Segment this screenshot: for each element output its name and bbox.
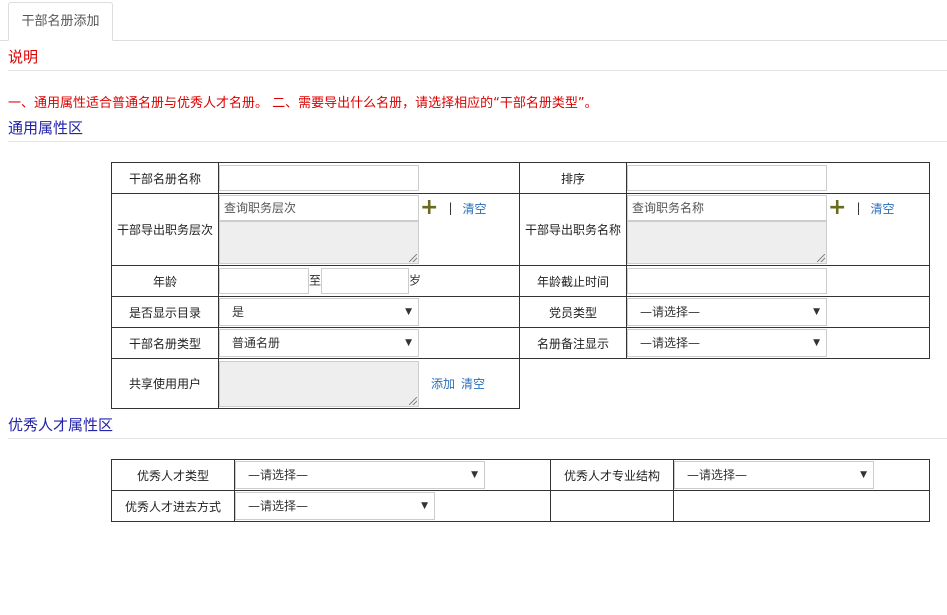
title-textarea[interactable]	[627, 221, 827, 264]
tab-bar: 干部名册添加	[0, 0, 947, 41]
chevron-down-icon: ▼	[405, 338, 412, 348]
party-type-label: 党员类型	[519, 296, 627, 328]
chevron-down-icon: ▼	[813, 338, 820, 348]
chevron-down-icon: ▼	[405, 307, 412, 317]
plus-icon[interactable]: +	[828, 197, 846, 219]
talent-form: 优秀人才类型 —请选择— ▼ 优秀人才专业结构 —请选择— ▼ 优秀人才进去方式 —…	[111, 459, 930, 522]
roster-name-input[interactable]	[219, 165, 419, 191]
separator: |	[448, 201, 453, 215]
age-cutoff-label: 年龄截止时间	[519, 265, 627, 297]
general-form: 干部名册名称 排序 干部导出职务层次 查询职务层次 + | 清空 干部导出职务名…	[111, 162, 930, 409]
party-type-value: —请选择—	[640, 305, 701, 319]
talent-struct-select[interactable]: —请选择— ▼	[674, 461, 874, 489]
talent-struct-value: —请选择—	[687, 468, 748, 482]
party-type-select[interactable]: —请选择— ▼	[627, 298, 827, 326]
talent-entry-value: —请选择—	[248, 499, 309, 513]
remark-value: —请选择—	[640, 336, 701, 350]
empty-cell	[550, 490, 674, 522]
chevron-down-icon: ▼	[813, 307, 820, 317]
age-to-label: 至	[309, 273, 322, 288]
resize-grip-icon[interactable]	[817, 254, 825, 262]
talent-type-label: 优秀人才类型	[111, 459, 235, 491]
share-add-link[interactable]: 添加	[431, 375, 455, 392]
divider	[8, 438, 947, 439]
export-title-label: 干部导出职务名称	[519, 193, 627, 266]
plus-icon[interactable]: +	[420, 197, 438, 219]
empty-cell	[519, 358, 627, 409]
separator: |	[856, 201, 861, 215]
show-dir-select[interactable]: 是 ▼	[219, 298, 419, 326]
talent-struct-label: 优秀人才专业结构	[550, 459, 674, 491]
talent-entry-label: 优秀人才进去方式	[111, 490, 235, 522]
talent-type-select[interactable]: —请选择— ▼	[235, 461, 485, 489]
remark-label: 名册备注显示	[519, 327, 627, 359]
chevron-down-icon: ▼	[471, 470, 478, 480]
age-cutoff-input[interactable]	[627, 268, 827, 294]
title-search-input[interactable]: 查询职务名称	[627, 195, 827, 221]
resize-grip-icon[interactable]	[409, 396, 417, 405]
share-clear-link[interactable]: 清空	[461, 375, 485, 392]
share-users-label: 共享使用用户	[111, 358, 219, 409]
show-dir-value: 是	[232, 305, 245, 319]
divider	[8, 70, 947, 71]
empty-cell	[673, 490, 930, 522]
level-clear-link[interactable]: 清空	[462, 200, 486, 217]
export-level-label: 干部导出职务层次	[111, 193, 219, 266]
chevron-down-icon: ▼	[421, 501, 428, 511]
talent-section-title: 优秀人才属性区	[8, 416, 114, 434]
talent-type-value: —请选择—	[248, 468, 309, 482]
age-to-input[interactable]	[321, 268, 410, 294]
roster-type-value: 普通名册	[232, 336, 281, 350]
age-from-input[interactable]	[219, 268, 309, 294]
sort-input[interactable]	[627, 165, 827, 191]
tab-roster-add[interactable]: 干部名册添加	[8, 2, 113, 41]
description-note: 一、通用属性适合普通名册与优秀人才名册。 二、需要导出什么名册，请选择相应的“干…	[8, 96, 598, 111]
age-unit-label: 岁	[409, 273, 422, 288]
level-search-input[interactable]: 查询职务层次	[219, 195, 419, 221]
sort-label: 排序	[519, 162, 627, 194]
roster-name-label: 干部名册名称	[111, 162, 219, 194]
share-users-textarea[interactable]	[219, 360, 419, 407]
divider	[8, 141, 947, 142]
chevron-down-icon: ▼	[860, 470, 867, 480]
roster-type-select[interactable]: 普通名册 ▼	[219, 329, 419, 357]
show-dir-label: 是否显示目录	[111, 296, 219, 328]
roster-type-label: 干部名册类型	[111, 327, 219, 359]
title-clear-link[interactable]: 清空	[870, 200, 894, 217]
level-textarea[interactable]	[219, 221, 419, 264]
resize-grip-icon[interactable]	[409, 254, 417, 262]
general-section-title: 通用属性区	[8, 119, 84, 137]
remark-select[interactable]: —请选择— ▼	[627, 329, 827, 357]
talent-entry-select[interactable]: —请选择— ▼	[235, 492, 435, 520]
description-title: 说明	[8, 48, 39, 66]
empty-cell	[626, 358, 930, 409]
age-label: 年龄	[111, 265, 219, 297]
